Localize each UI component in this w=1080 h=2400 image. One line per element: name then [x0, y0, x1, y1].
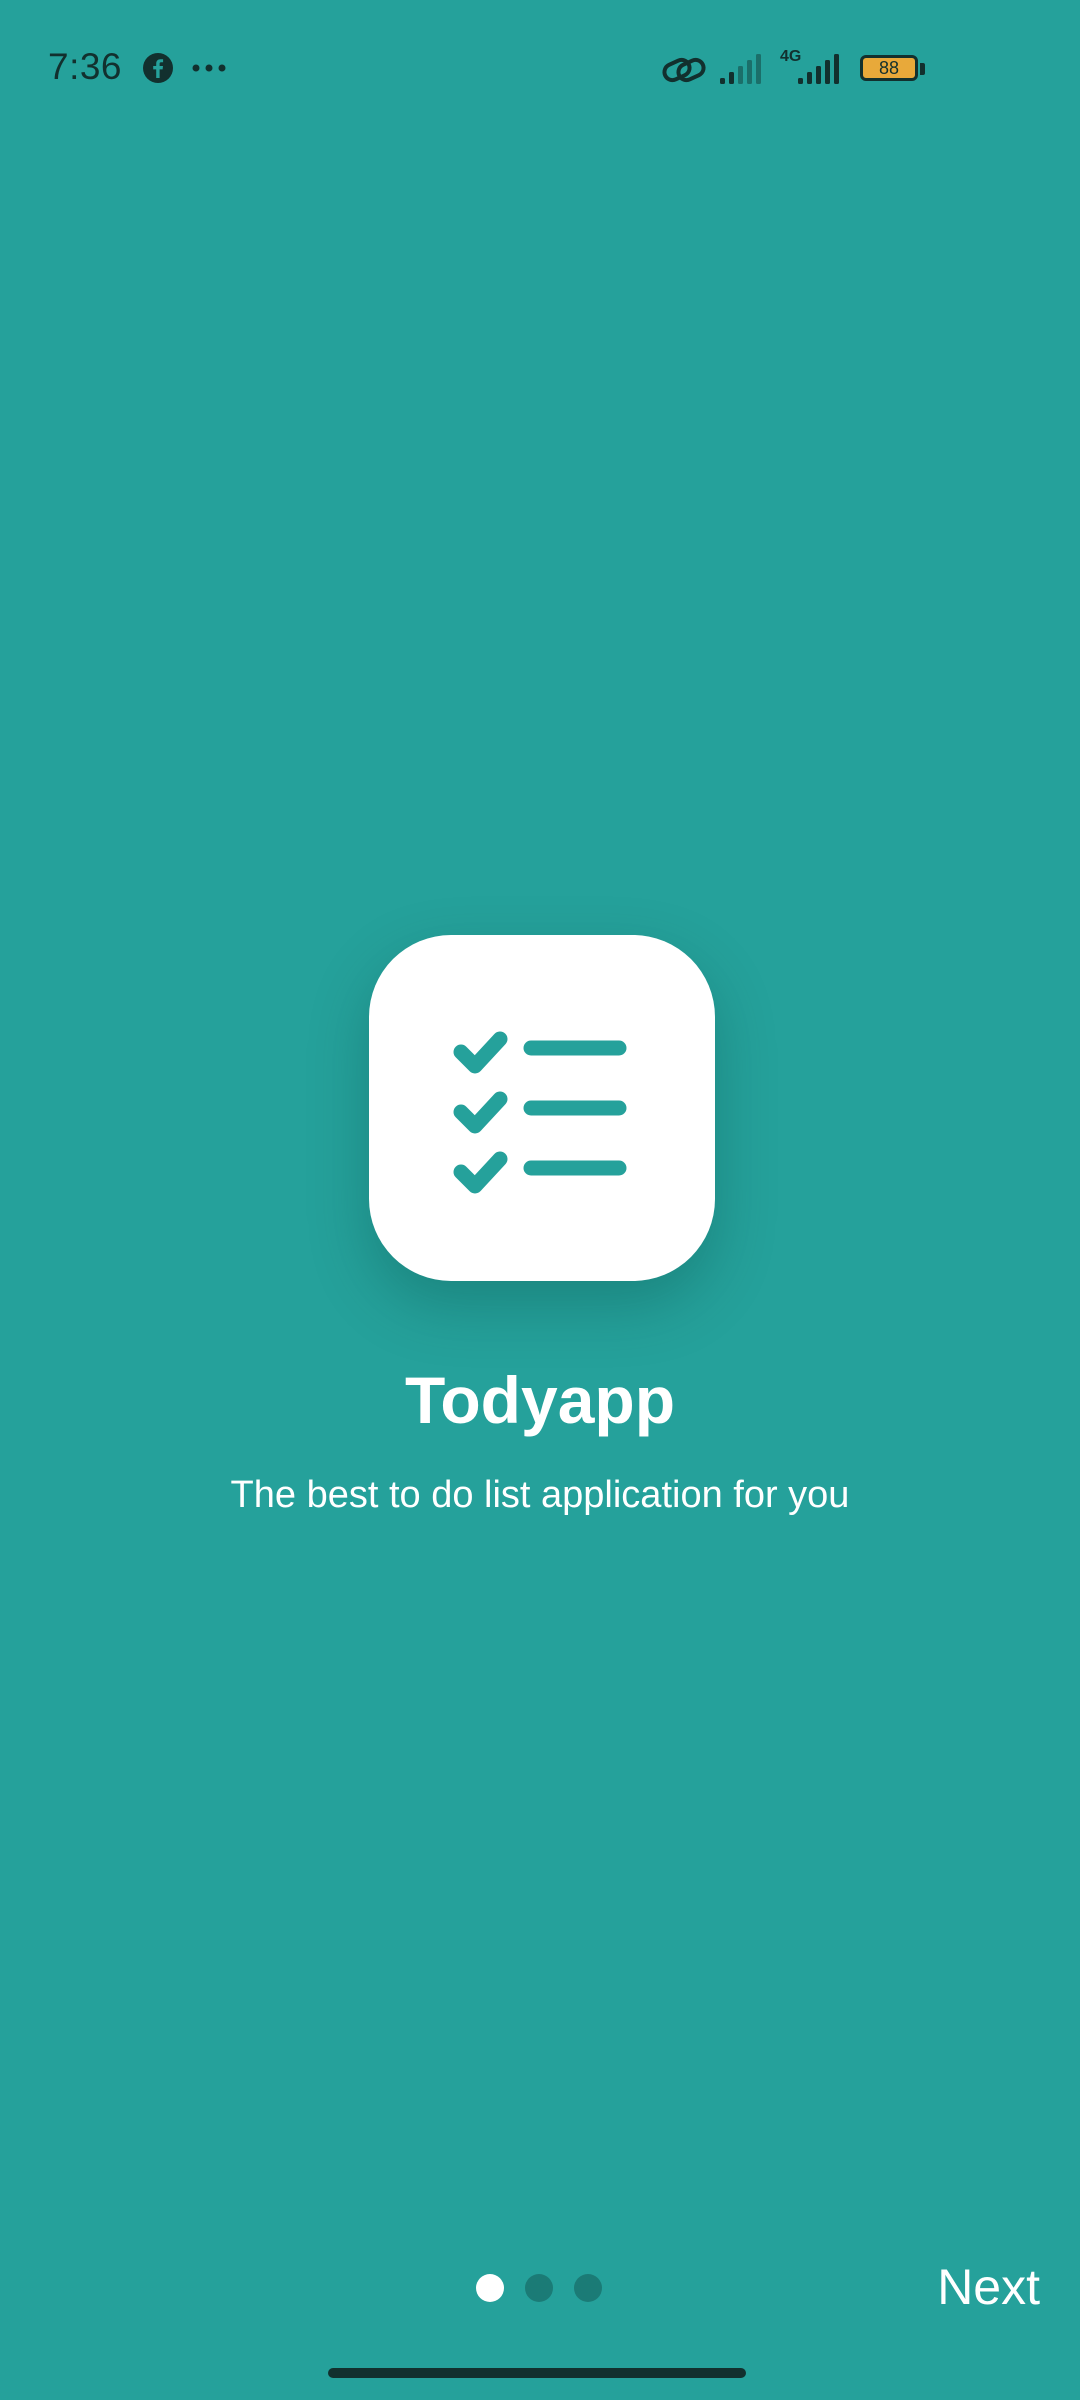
battery-icon: 88	[860, 55, 926, 85]
more-icon	[192, 64, 226, 72]
page-indicator	[474, 2274, 604, 2304]
status-bar: 7:36 4G 88	[0, 0, 1080, 140]
checklist-icon	[453, 1031, 627, 1194]
status-time: 7:36	[48, 46, 123, 87]
page-dot-3[interactable]	[574, 2274, 602, 2302]
link-icon	[662, 57, 706, 83]
signal-icon	[720, 54, 761, 84]
next-button[interactable]: Next	[880, 2258, 1040, 2322]
signal-icon	[798, 54, 839, 84]
battery-cap	[920, 63, 925, 75]
app-title: Todyapp	[404, 1363, 676, 1437]
page-dot-1[interactable]	[476, 2274, 504, 2302]
app-logo	[369, 935, 715, 1281]
facebook-icon	[143, 53, 173, 83]
page-dot-2[interactable]	[525, 2274, 553, 2302]
home-indicator[interactable]	[328, 2368, 746, 2378]
app-subtitle: The best to do list application for you	[230, 1474, 850, 1516]
battery-level: 88	[878, 58, 900, 78]
